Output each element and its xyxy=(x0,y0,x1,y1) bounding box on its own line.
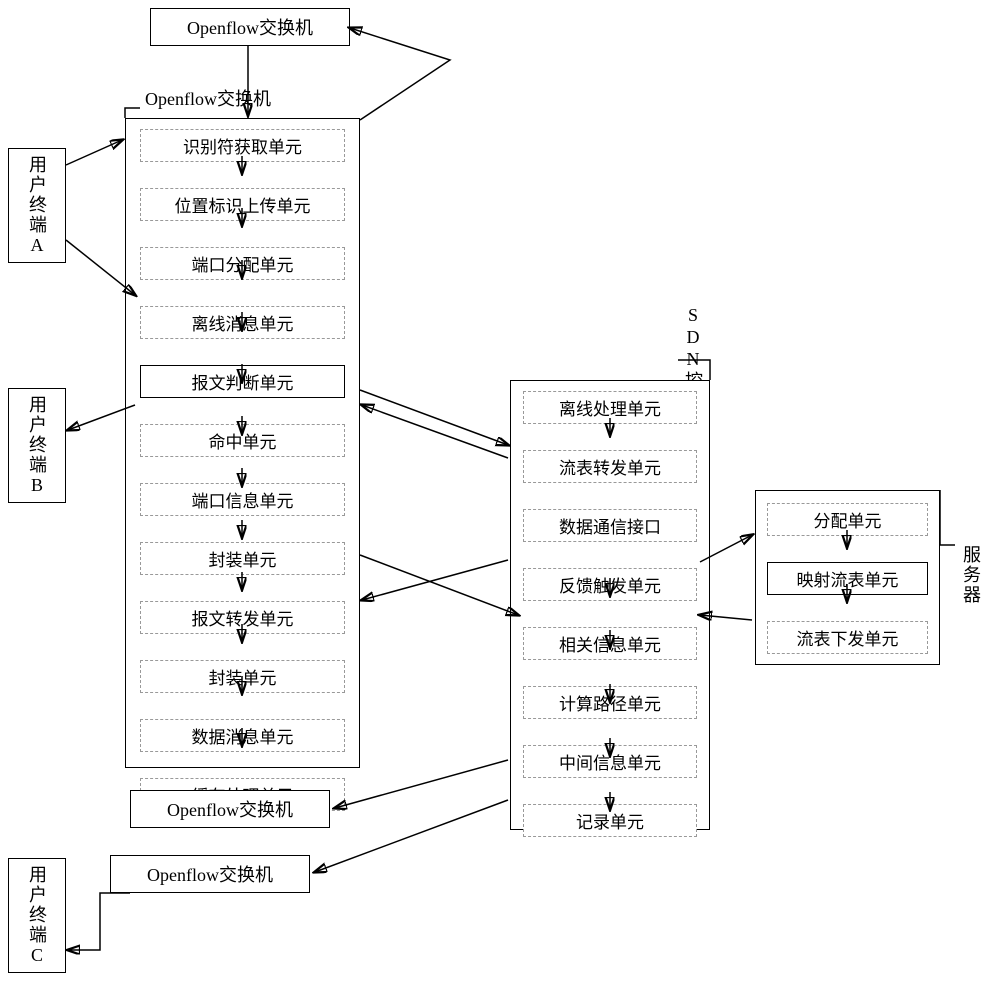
main-switch-label: Openflow交换机 xyxy=(145,85,271,111)
ctrl-record: 记录单元 xyxy=(523,804,697,837)
server: 分配单元 映射流表单元 流表下发单元 xyxy=(755,490,940,665)
server-label: 服务器 xyxy=(958,545,988,610)
switch-b1-label: Openflow交换机 xyxy=(167,796,293,822)
ctrl-data-comm-interface: 数据通信接口 xyxy=(523,509,697,542)
unit-identifier-acquire: 识别符获取单元 xyxy=(140,129,345,162)
unit-hit: 命中单元 xyxy=(140,424,345,457)
ctrl-flowtable-forward: 流表转发单元 xyxy=(523,450,697,483)
openflow-switch-main: 识别符获取单元 位置标识上传单元 端口分配单元 离线消息单元 报文判断单元 命中… xyxy=(125,118,360,768)
ctrl-feedback-trigger: 反馈触发单元 xyxy=(523,568,697,601)
user-terminal-c: 用户终端C xyxy=(8,858,66,973)
srv-alloc: 分配单元 xyxy=(767,503,928,536)
unit-port-info: 端口信息单元 xyxy=(140,483,345,516)
terminal-a-label: 用户终端A xyxy=(24,155,50,257)
srv-flowtable-issue: 流表下发单元 xyxy=(767,621,928,654)
unit-packet-forward: 报文转发单元 xyxy=(140,601,345,634)
sdn-controller: 离线处理单元 流表转发单元 数据通信接口 反馈触发单元 相关信息单元 计算路径单… xyxy=(510,380,710,830)
terminal-b-label: 用户终端B xyxy=(24,395,50,497)
ctrl-intermediate-info: 中间信息单元 xyxy=(523,745,697,778)
unit-data-msg: 数据消息单元 xyxy=(140,719,345,752)
unit-encap2: 封装单元 xyxy=(140,660,345,693)
unit-encap1: 封装单元 xyxy=(140,542,345,575)
user-terminal-a: 用户终端A xyxy=(8,148,66,263)
unit-packet-judge: 报文判断单元 xyxy=(140,365,345,398)
openflow-switch-bottom1: Openflow交换机 xyxy=(130,790,330,828)
srv-mapping-flowtable: 映射流表单元 xyxy=(767,562,928,595)
openflow-switch-bottom2: Openflow交换机 xyxy=(110,855,310,893)
ctrl-offline-process: 离线处理单元 xyxy=(523,391,697,424)
unit-port-alloc: 端口分配单元 xyxy=(140,247,345,280)
ctrl-related-info: 相关信息单元 xyxy=(523,627,697,660)
ctrl-calc-path: 计算路径单元 xyxy=(523,686,697,719)
user-terminal-b: 用户终端B xyxy=(8,388,66,503)
switch-b2-label: Openflow交换机 xyxy=(147,861,273,887)
unit-offline-msg: 离线消息单元 xyxy=(140,306,345,339)
unit-location-upload: 位置标识上传单元 xyxy=(140,188,345,221)
openflow-switch-top: Openflow交换机 xyxy=(150,8,350,46)
terminal-c-label: 用户终端C xyxy=(24,865,50,967)
switch-top-label: Openflow交换机 xyxy=(187,14,313,40)
